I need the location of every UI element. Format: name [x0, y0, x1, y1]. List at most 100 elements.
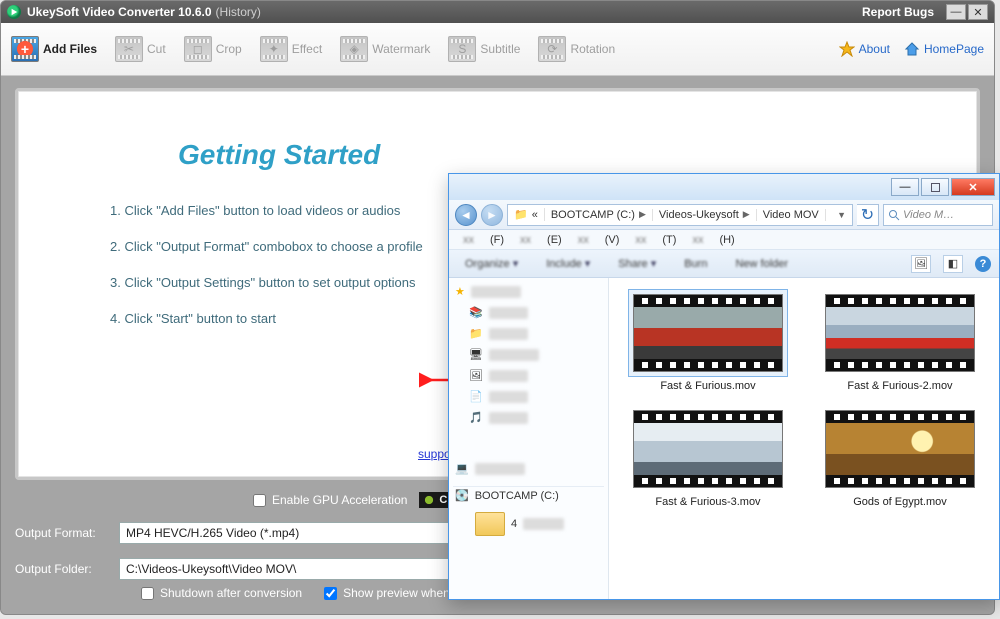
effect-button[interactable]: ✦ Effect — [260, 36, 322, 62]
effect-label: Effect — [292, 42, 322, 56]
tree-drive-label: BOOTCAMP (C:) — [475, 490, 559, 502]
homepage-link[interactable]: HomePage — [904, 41, 984, 57]
tree-folder[interactable]: 4 xxx — [453, 510, 604, 538]
file-name: Fast & Furious.mov — [660, 380, 755, 392]
star-icon: ★ — [455, 285, 465, 298]
menu-help[interactable]: (H) — [713, 234, 740, 246]
breadcrumb-seg-1[interactable]: Videos-Ukeysoft — [659, 209, 739, 221]
explorer-toolbar: Organize Include Share Burn New folder 🖼… — [449, 250, 999, 278]
minimize-button[interactable] — [946, 4, 966, 20]
menu-item[interactable]: xx — [457, 234, 480, 246]
getting-started-title: Getting Started — [178, 139, 977, 171]
refresh-button[interactable]: ↻ — [857, 204, 879, 226]
explorer-search-input[interactable]: Video M… — [883, 204, 993, 226]
preview-checkbox[interactable] — [324, 587, 337, 600]
cut-button[interactable]: ✂ Cut — [115, 36, 166, 62]
menu-item[interactable]: xx — [686, 234, 709, 246]
explorer-close-button[interactable] — [951, 178, 995, 196]
explorer-menu-bar: xx(F) xx(E) xx(V) xx(T) xx(H) — [449, 230, 999, 250]
rotation-button[interactable]: ⟳ Rotation — [538, 36, 615, 62]
watermark-label: Watermark — [372, 42, 430, 56]
menu-item[interactable]: xx — [629, 234, 652, 246]
cut-label: Cut — [147, 42, 166, 56]
output-format-value: MP4 HEVC/H.265 Video (*.mp4) — [126, 526, 299, 540]
music-icon: 🎵 — [469, 411, 483, 424]
monitor-icon: 🖥 — [469, 348, 483, 361]
help-button[interactable]: ? — [975, 256, 991, 272]
tree-item[interactable]: 🖼xx — [467, 368, 604, 383]
tree-item[interactable]: 📁xx — [467, 326, 604, 341]
gpu-checkbox[interactable] — [253, 494, 266, 507]
close-button[interactable] — [968, 4, 988, 20]
file-item[interactable]: Fast & Furious-2.mov — [809, 290, 991, 392]
breadcrumb-seg-0[interactable]: BOOTCAMP (C:) — [551, 209, 635, 221]
nav-forward-button[interactable]: ► — [481, 204, 503, 226]
subtitle-icon: S — [448, 36, 476, 62]
explorer-minimize-button[interactable] — [891, 178, 919, 196]
tree-drive[interactable]: 💽 BOOTCAMP (C:) — [453, 486, 604, 504]
menu-view[interactable]: (V) — [599, 234, 626, 246]
shutdown-checkbox[interactable] — [141, 587, 154, 600]
home-icon — [904, 41, 920, 57]
file-explorer-window: ◄ ► 📁« BOOTCAMP (C:)▶ Videos-Ukeysoft▶ V… — [448, 173, 1000, 600]
watermark-button[interactable]: ◈ Watermark — [340, 36, 430, 62]
shutdown-label: Shutdown after conversion — [160, 586, 302, 600]
output-folder-input[interactable]: C:\Videos-Ukeysoft\Video MOV\ — [119, 558, 475, 580]
app-logo-icon — [7, 5, 21, 19]
tree-item[interactable]: 📚xx — [467, 305, 604, 320]
output-folder-label: Output Folder: — [15, 562, 119, 576]
output-format-combobox[interactable]: MP4 HEVC/H.265 Video (*.mp4) — [119, 522, 475, 544]
app-title-suffix: (History) — [216, 5, 261, 19]
main-toolbar: Add Files ✂ Cut ◻ Crop ✦ Effect ◈ Waterm… — [1, 23, 994, 76]
crop-button[interactable]: ◻ Crop — [184, 36, 242, 62]
menu-item[interactable]: xx — [514, 234, 537, 246]
explorer-maximize-button[interactable] — [921, 178, 949, 196]
tree-item[interactable]: 💻xxxx — [453, 461, 604, 476]
shutdown-option[interactable]: Shutdown after conversion — [141, 586, 302, 600]
tree-item[interactable]: 📄xx — [467, 389, 604, 404]
organize-menu[interactable]: Organize — [457, 257, 526, 270]
menu-file[interactable]: (F) — [484, 234, 510, 246]
subtitle-label: Subtitle — [480, 42, 520, 56]
subtitle-button[interactable]: S Subtitle — [448, 36, 520, 62]
drive-icon: 💽 — [455, 489, 469, 502]
explorer-tree: ★xxxx 📚xx 📁xx 🖥xxxx 🖼xx 📄xx 🎵xx 💻xxxx 💽 … — [449, 278, 609, 599]
view-mode-button[interactable]: 🖼 — [911, 255, 931, 273]
file-item[interactable]: Gods of Egypt.mov — [809, 406, 991, 508]
rotation-icon: ⟳ — [538, 36, 566, 62]
add-files-button[interactable]: Add Files — [11, 36, 97, 62]
breadcrumb[interactable]: 📁« BOOTCAMP (C:)▶ Videos-Ukeysoft▶ Video… — [507, 204, 853, 226]
burn-button[interactable]: Burn — [676, 258, 715, 270]
newfolder-button[interactable]: New folder — [727, 258, 796, 270]
about-link[interactable]: About — [839, 41, 890, 57]
tree-favorites[interactable]: ★xxxx — [453, 284, 604, 299]
gpu-label: Enable GPU Acceleration — [272, 493, 407, 507]
effect-icon: ✦ — [260, 36, 288, 62]
library-icon: 📚 — [469, 306, 483, 319]
preview-pane-button[interactable]: ◧ — [943, 255, 963, 273]
tree-item[interactable]: 🎵xx — [467, 410, 604, 425]
file-name: Gods of Egypt.mov — [853, 496, 947, 508]
nav-back-button[interactable]: ◄ — [455, 204, 477, 226]
document-icon: 📄 — [469, 390, 483, 403]
watermark-icon: ◈ — [340, 36, 368, 62]
share-menu[interactable]: Share — [610, 257, 664, 270]
include-menu[interactable]: Include — [538, 257, 598, 270]
menu-tools[interactable]: (T) — [656, 234, 682, 246]
picture-icon: 🖼 — [469, 369, 483, 382]
about-icon — [839, 41, 855, 57]
tree-item[interactable]: 🖥xxxx — [467, 347, 604, 362]
folder-icon — [475, 512, 505, 536]
app-title: UkeySoft Video Converter 10.6.0 — [27, 5, 212, 19]
output-folder-value: C:\Videos-Ukeysoft\Video MOV\ — [126, 562, 296, 576]
menu-item[interactable]: xx — [572, 234, 595, 246]
file-thumbnail — [633, 410, 783, 488]
add-files-label: Add Files — [43, 42, 97, 56]
report-bugs-link[interactable]: Report Bugs — [862, 5, 934, 19]
search-icon — [888, 209, 900, 221]
explorer-body: ★xxxx 📚xx 📁xx 🖥xxxx 🖼xx 📄xx 🎵xx 💻xxxx 💽 … — [449, 278, 999, 599]
file-item[interactable]: Fast & Furious-3.mov — [617, 406, 799, 508]
file-item[interactable]: Fast & Furious.mov — [617, 290, 799, 392]
breadcrumb-seg-2[interactable]: Video MOV — [763, 209, 819, 221]
menu-edit[interactable]: (E) — [541, 234, 568, 246]
